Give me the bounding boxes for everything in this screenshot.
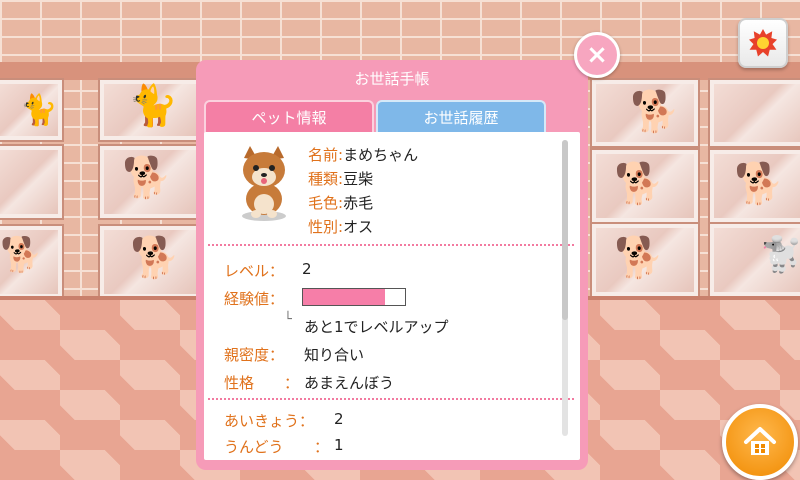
personality-label: 性格 <box>224 374 255 392</box>
poodle-silhouette-icon: 🐩 <box>760 235 800 275</box>
home-icon <box>744 427 776 455</box>
dog-silhouette-icon: 🐕 <box>614 235 664 281</box>
intimacy-label: 親密度： <box>224 346 285 364</box>
level-row: レベル： <box>224 260 284 281</box>
cat-silhouette-icon: 🐈 <box>128 83 178 129</box>
intimacy-value: 知り合い <box>304 346 365 364</box>
dog-silhouette-icon: 🐕 <box>0 235 43 275</box>
personality-row: 性格 <box>224 372 254 393</box>
name-label: 名前: <box>308 146 344 164</box>
dog-silhouette-icon: 🐕 <box>630 89 680 135</box>
scrollbar-thumb[interactable] <box>562 140 568 320</box>
exercise-row: うんどう <box>224 436 284 457</box>
pet-coat-row: 毛色:赤毛 <box>308 192 373 213</box>
panel-scrollbar[interactable] <box>562 140 568 436</box>
dialog-title: お世話手帳 <box>354 70 430 88</box>
pet-breed: 豆柴 <box>343 170 374 188</box>
display-window <box>0 146 62 218</box>
personality-colon: ： <box>284 374 300 392</box>
sex-label: 性別: <box>308 218 344 236</box>
pet-name: まめちゃん <box>343 146 419 164</box>
pet-breed-row: 種類:豆柴 <box>308 168 373 189</box>
divider <box>208 244 574 246</box>
breed-label: 種類: <box>308 170 344 188</box>
dog-silhouette-icon: 🐕 <box>130 235 180 281</box>
exp-label: 経験値： <box>224 290 285 308</box>
charm-label: あいきょう： <box>224 412 315 430</box>
display-window <box>710 80 800 146</box>
exp-bar <box>302 288 406 306</box>
exp-row: 経験値： <box>224 288 284 309</box>
divider <box>208 398 574 400</box>
personality-value: あまえんぼう <box>304 374 395 392</box>
home-button[interactable] <box>722 404 798 480</box>
cat-silhouette-icon: 🐈 <box>20 93 58 128</box>
intimacy-row: 親密度： <box>224 344 284 365</box>
dog-silhouette-icon: 🐕 <box>122 155 172 201</box>
tab-care-history[interactable]: お世話履歴 <box>376 100 546 134</box>
pet-name-row: 名前:まめちゃん <box>308 144 418 165</box>
care-notebook-dialog: お世話手帳 ペット情報 お世話履歴 名前:まめちゃん 種類:豆柴 毛色:赤毛 性… <box>196 60 588 470</box>
dog-silhouette-icon: 🐕 <box>614 161 664 207</box>
level-label: レベル： <box>224 262 285 280</box>
exp-note-mark: └ <box>284 312 292 327</box>
pet-info-panel: 名前:まめちゃん 種類:豆柴 毛色:赤毛 性別:オス レベル： 2 経験値： └… <box>204 132 580 460</box>
exercise-label: うんどう <box>224 438 284 456</box>
pet-sex-row: 性別:オス <box>308 216 373 237</box>
burst-icon <box>749 29 777 57</box>
charm-row: あいきょう： <box>224 410 314 431</box>
dog-silhouette-icon: 🐕 <box>734 161 784 207</box>
charm-value: 2 <box>334 410 344 428</box>
burst-button[interactable] <box>738 18 788 68</box>
coat-label: 毛色: <box>308 194 344 212</box>
pet-sex: オス <box>343 218 374 236</box>
shiba-dog-icon <box>242 146 286 221</box>
level-value: 2 <box>302 260 312 278</box>
exp-bar-fill <box>303 289 385 305</box>
exercise-value: 1 <box>334 436 344 454</box>
close-button[interactable]: × <box>574 32 620 78</box>
exercise-colon: ： <box>314 438 330 456</box>
tab-pet-info[interactable]: ペット情報 <box>204 100 374 134</box>
exp-note: あと1でレベルアップ <box>304 318 449 336</box>
pet-coat: 赤毛 <box>343 194 374 212</box>
close-icon: × <box>586 40 608 70</box>
